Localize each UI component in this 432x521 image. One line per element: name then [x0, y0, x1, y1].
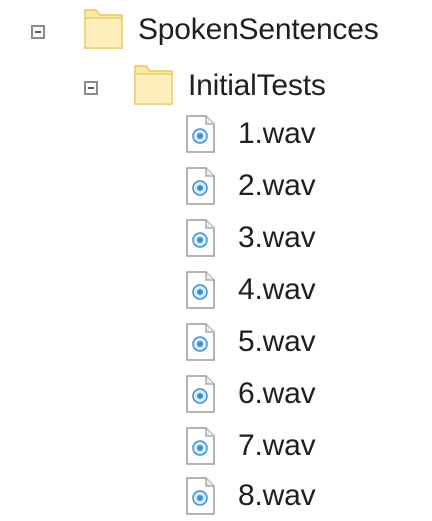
- audio-file-icon: [186, 323, 215, 361]
- folder-icon: [84, 9, 123, 49]
- audio-file-icon: [186, 427, 215, 465]
- file-label: 7.wav: [238, 429, 316, 462]
- audio-file-icon: [186, 375, 215, 413]
- audio-file-icon: [186, 167, 215, 205]
- tree-node-label: SpokenSentences: [138, 13, 379, 46]
- audio-file-icon: [186, 271, 215, 309]
- audio-file-icon: [186, 477, 215, 515]
- file-label: 3.wav: [238, 221, 316, 254]
- tree-file-item[interactable]: 5.wav: [0, 320, 432, 366]
- tree-node-initial-tests[interactable]: InitialTests: [0, 58, 432, 105]
- tree-file-item[interactable]: 1.wav: [0, 112, 432, 158]
- audio-file-icon: [186, 219, 215, 257]
- audio-file-icon: [186, 115, 215, 153]
- file-label: 8.wav: [238, 479, 316, 512]
- tree-node-spoken-sentences[interactable]: SpokenSentences: [0, 6, 432, 52]
- file-label: 4.wav: [238, 273, 316, 306]
- folder-icon: [134, 65, 173, 105]
- file-label: 2.wav: [238, 169, 316, 202]
- tree-file-item[interactable]: 2.wav: [0, 164, 432, 210]
- folder-tree: SpokenSentences InitialTests 1.wav 2.wav: [0, 0, 432, 521]
- file-label: 5.wav: [238, 325, 316, 358]
- tree-node-label: InitialTests: [188, 69, 326, 102]
- tree-file-item[interactable]: 8.wav: [0, 474, 432, 520]
- tree-file-item[interactable]: 4.wav: [0, 268, 432, 314]
- file-label: 1.wav: [238, 117, 316, 150]
- tree-file-item[interactable]: 3.wav: [0, 216, 432, 262]
- collapse-toggle-icon[interactable]: [84, 81, 98, 95]
- tree-file-item[interactable]: 7.wav: [0, 424, 432, 470]
- tree-file-item[interactable]: 6.wav: [0, 372, 432, 418]
- collapse-toggle-icon[interactable]: [31, 25, 45, 39]
- file-label: 6.wav: [238, 377, 316, 410]
